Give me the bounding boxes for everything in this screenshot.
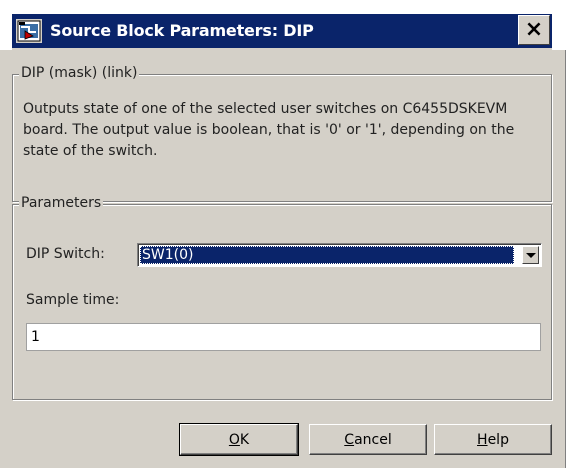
simulink-block-icon[interactable] [16,19,42,43]
dialog-body: DIP (mask) (link) Outputs state of one o… [12,48,552,468]
dip-switch-label: DIP Switch: [26,246,105,262]
close-icon: × [524,17,544,42]
chevron-down-icon[interactable] [522,246,539,264]
window-title: Source Block Parameters: DIP [50,21,314,40]
cancel-mnemonic: C [344,431,355,448]
cancel-button[interactable]: Cancel [309,424,427,455]
ok-mnemonic: O [228,431,240,448]
title-bar[interactable]: Source Block Parameters: DIP × [12,14,552,48]
cancel-label-rest: ancel [354,431,392,448]
ok-button[interactable]: OK [179,423,299,456]
dip-switch-select[interactable]: SW1(0) [137,243,542,267]
close-button[interactable]: × [518,15,550,45]
sample-time-input[interactable]: 1 [26,323,541,351]
help-mnemonic: H [477,431,488,448]
ok-label-rest: K [239,431,250,448]
dialog-window: Source Block Parameters: DIP × DIP (mask… [0,0,566,468]
help-button[interactable]: Help [434,424,552,455]
parameters-group-title: Parameters [19,195,104,211]
help-label-rest: elp [487,431,509,448]
dip-switch-selected-value[interactable]: SW1(0) [140,246,514,264]
mask-group-title: DIP (mask) (link) [19,65,140,81]
block-description: Outputs state of one of the selected use… [23,101,515,159]
sample-time-label: Sample time: [26,292,120,308]
title-bar-area: Source Block Parameters: DIP × [0,0,566,50]
mask-description-group: DIP (mask) (link) Outputs state of one o… [12,65,552,202]
parameters-group: Parameters DIP Switch: SW1(0) Sample tim… [12,195,552,400]
